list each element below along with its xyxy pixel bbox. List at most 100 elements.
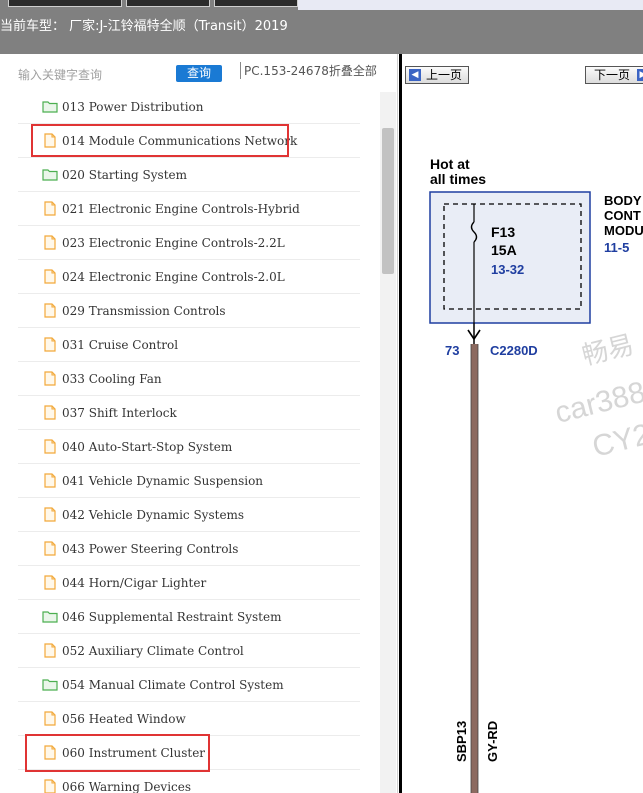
page-icon	[42, 371, 58, 386]
tree-item[interactable]: 060 Instrument Cluster	[18, 736, 360, 770]
tree-item[interactable]: 023 Electronic Engine Controls-2.2L	[18, 226, 360, 260]
collapse-all-link[interactable]: 折叠全部	[329, 64, 377, 78]
diagram-viewer: ◀ 上一页 下一页 ▶ 畅易 car388 CY20 Hot at all ti…	[399, 54, 643, 793]
tree-item[interactable]: 021 Electronic Engine Controls-Hybrid	[18, 192, 360, 226]
folder-icon	[42, 167, 58, 182]
tree-item[interactable]: 020 Starting System	[18, 158, 360, 192]
page-icon	[42, 745, 58, 760]
tree-item[interactable]: 044 Horn/Cigar Lighter	[18, 566, 360, 600]
tree-item[interactable]: 042 Vehicle Dynamic Systems	[18, 498, 360, 532]
tree-item-label: 054 Manual Climate Control System	[62, 677, 284, 692]
page-icon	[42, 541, 58, 556]
page-icon	[42, 439, 58, 454]
tree-item-label: 056 Heated Window	[62, 711, 186, 726]
page-icon	[42, 235, 58, 250]
page-icon	[42, 337, 58, 352]
tree-item-label: 031 Cruise Control	[62, 337, 179, 352]
query-button[interactable]: 查询	[176, 65, 222, 82]
tree-item[interactable]: 013 Power Distribution	[18, 90, 360, 124]
watermark-line-1: 畅易	[579, 329, 637, 371]
tree-item-label: 044 Horn/Cigar Lighter	[62, 575, 207, 590]
tree-item-label: 021 Electronic Engine Controls-Hybrid	[62, 201, 300, 216]
tree-item[interactable]: 056 Heated Window	[18, 702, 360, 736]
module-line-2: CONT	[604, 208, 641, 223]
wire	[471, 344, 478, 793]
tree-item[interactable]: 066 Warning Devices	[18, 770, 360, 793]
page-icon	[42, 303, 58, 318]
power-label-line-1: Hot at	[430, 156, 470, 172]
watermark-line-3: CY20	[589, 414, 643, 464]
tree-item-label: 046 Supplemental Restraint System	[62, 609, 282, 624]
page-icon	[42, 643, 58, 658]
tree-item[interactable]: 054 Manual Climate Control System	[18, 668, 360, 702]
circuit-id: SBP13	[454, 721, 469, 762]
tree-item-label: 013 Power Distribution	[62, 99, 204, 114]
power-label-line-2: all times	[430, 171, 486, 187]
tree-item-label: 023 Electronic Engine Controls-2.2L	[62, 235, 285, 250]
current-vehicle-label: 当前车型： 厂家:J-江铃福特全顺（Transit）2019	[0, 19, 288, 34]
connector-id[interactable]: C2280D	[490, 343, 538, 358]
page-icon	[42, 507, 58, 522]
top-tab-1[interactable]	[8, 0, 122, 7]
next-page-button[interactable]: 下一页 ▶	[585, 66, 643, 84]
wire-color: GY-RD	[485, 721, 500, 762]
tree-item-label: 033 Cooling Fan	[62, 371, 162, 386]
fuse-ref[interactable]: 13-32	[491, 262, 524, 277]
search-input[interactable]	[18, 65, 168, 85]
page-icon	[42, 575, 58, 590]
top-bar: 当前车型： 厂家:J-江铃福特全顺（Transit）2019	[0, 0, 643, 54]
tree-item[interactable]: 037 Shift Interlock	[18, 396, 360, 430]
viewer-nav-bar: ◀ 上一页 下一页 ▶	[402, 54, 643, 94]
tree-scrollbar[interactable]	[380, 92, 396, 793]
prev-page-label: 上一页	[426, 68, 463, 82]
tree-item-label: 029 Transmission Controls	[62, 303, 226, 318]
tree-item-label: 066 Warning Devices	[62, 779, 192, 793]
page-icon	[42, 133, 58, 148]
doc-code-row: PC.153-24678折叠全部	[240, 62, 377, 79]
page-icon	[42, 711, 58, 726]
tree-item[interactable]: 043 Power Steering Controls	[18, 532, 360, 566]
tree-item[interactable]: 052 Auxiliary Climate Control	[18, 634, 360, 668]
tree-item-label: 040 Auto-Start-Stop System	[62, 439, 233, 454]
tree-item[interactable]: 031 Cruise Control	[18, 328, 360, 362]
tree-item-label: 020 Starting System	[62, 167, 187, 182]
fuse-name: F13	[491, 224, 515, 240]
top-strip	[298, 0, 643, 10]
module-line-3: MODU	[604, 223, 643, 238]
page-icon	[42, 473, 58, 488]
tree-item-label: 052 Auxiliary Climate Control	[62, 643, 244, 658]
page-icon	[42, 201, 58, 216]
tree-item[interactable]: 041 Vehicle Dynamic Suspension	[18, 464, 360, 498]
next-page-label: 下一页	[594, 68, 631, 82]
tree-item[interactable]: 033 Cooling Fan	[18, 362, 360, 396]
tree-item[interactable]: 014 Module Communications Network	[18, 124, 360, 158]
tree-scrollbar-thumb[interactable]	[382, 128, 394, 274]
tree-item-label: 043 Power Steering Controls	[62, 541, 239, 556]
tree-item[interactable]: 046 Supplemental Restraint System	[18, 600, 360, 634]
module-line-1: BODY	[604, 193, 642, 208]
folder-icon	[42, 99, 58, 114]
arrow-right-icon: ▶	[637, 69, 643, 81]
prev-page-button[interactable]: ◀ 上一页	[405, 66, 470, 84]
top-tab-3[interactable]	[214, 0, 298, 7]
left-panel: 查询 PC.153-24678折叠全部 013 Power Distributi…	[0, 54, 398, 793]
wiring-diagram: 畅易 car388 CY20 Hot at all times F13 15A …	[429, 156, 643, 793]
top-tab-2[interactable]	[126, 0, 210, 7]
search-row: 查询 PC.153-24678折叠全部	[0, 54, 398, 92]
tree-item[interactable]: 040 Auto-Start-Stop System	[18, 430, 360, 464]
doc-code: PC.153-24678	[244, 64, 329, 78]
module-ref[interactable]: 11-5	[604, 240, 629, 255]
tree-item-label: 014 Module Communications Network	[62, 133, 298, 148]
fuse-rating: 15A	[491, 242, 517, 258]
tree-item-label: 042 Vehicle Dynamic Systems	[62, 507, 245, 522]
page-icon	[42, 405, 58, 420]
page-icon	[42, 779, 58, 793]
system-tree: 013 Power Distribution 014 Module Communi…	[18, 90, 360, 793]
page-icon	[42, 269, 58, 284]
tree-item-label: 041 Vehicle Dynamic Suspension	[62, 473, 264, 488]
tree-item[interactable]: 029 Transmission Controls	[18, 294, 360, 328]
tree-item-label: 060 Instrument Cluster	[62, 745, 206, 760]
pin-number: 73	[445, 343, 459, 358]
tree-item[interactable]: 024 Electronic Engine Controls-2.0L	[18, 260, 360, 294]
folder-icon	[42, 677, 58, 692]
